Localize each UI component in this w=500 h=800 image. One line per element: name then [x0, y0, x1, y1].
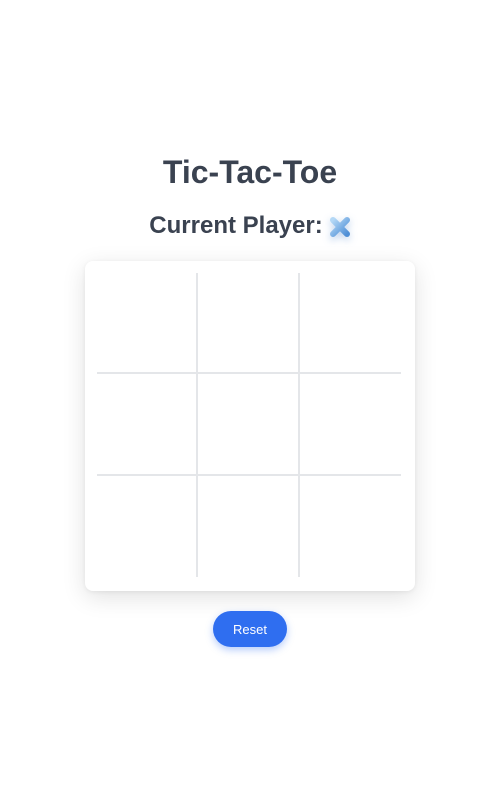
- board-cell-9[interactable]: [300, 476, 401, 577]
- current-player-label: Current Player:: [149, 212, 323, 239]
- board-cell-7[interactable]: [97, 475, 199, 577]
- game-title: Tic-Tac-Toe: [162, 154, 338, 190]
- x-icon: [329, 215, 351, 237]
- board-cell-6[interactable]: [299, 374, 401, 476]
- board-cell-3[interactable]: [299, 273, 401, 375]
- board-cell-8[interactable]: [198, 475, 300, 577]
- game-board: [97, 273, 401, 577]
- reset-button[interactable]: Reset: [213, 611, 287, 647]
- board-cell-4[interactable]: [97, 374, 199, 476]
- game-board-card: [85, 261, 415, 591]
- board-cell-1[interactable]: [97, 273, 199, 375]
- current-player-status: Current Player:: [0, 210, 500, 242]
- board-cell-5[interactable]: [198, 374, 300, 476]
- board-cell-2[interactable]: [198, 273, 300, 375]
